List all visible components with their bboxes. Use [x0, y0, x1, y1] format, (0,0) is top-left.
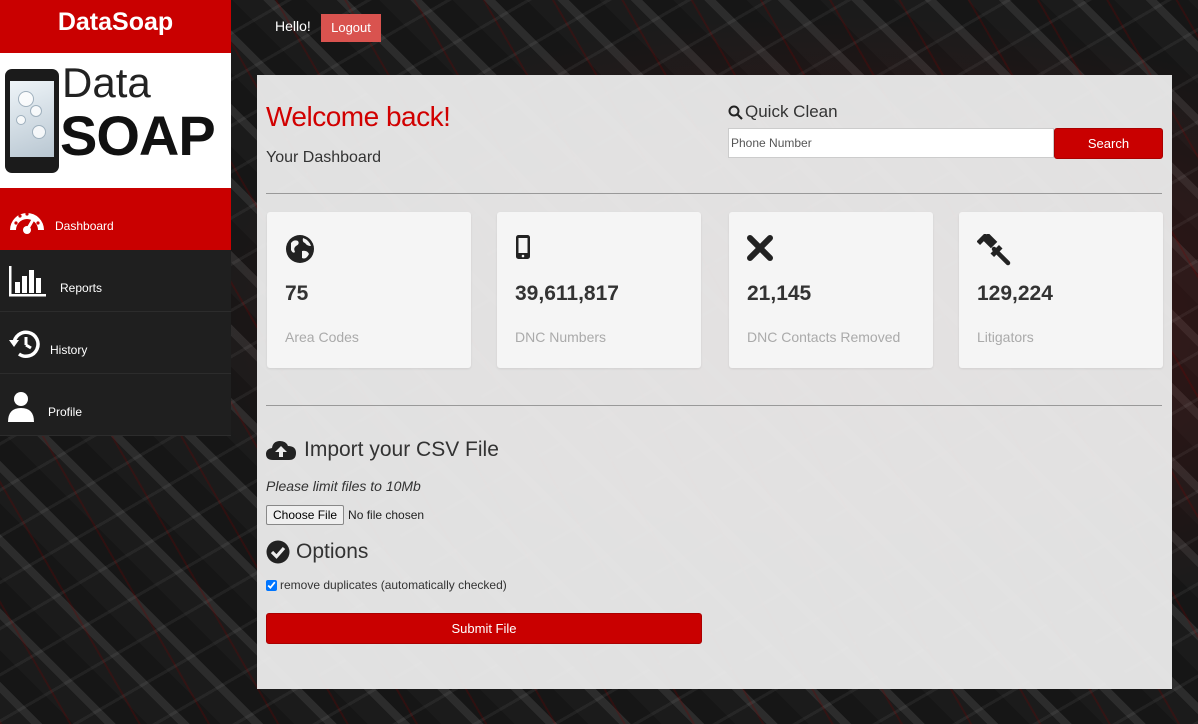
logo: Data SOAP — [0, 53, 231, 188]
remove-duplicates-checkbox[interactable] — [266, 579, 277, 591]
user-icon — [8, 392, 34, 422]
sidebar-item-label: Reports — [60, 281, 103, 295]
brand-title: DataSoap — [0, 0, 231, 53]
bar-chart-icon — [9, 266, 46, 297]
no-file-chosen-text: No file chosen — [348, 508, 425, 522]
welcome-heading: Welcome back! — [266, 101, 451, 132]
remove-duplicates-label: remove duplicates (automatically checked… — [280, 578, 507, 592]
greeting-text: Hello! — [275, 18, 311, 34]
logo-text-soap: SOAP — [60, 104, 216, 167]
stat-value: 21,145 — [747, 282, 812, 305]
search-icon — [728, 105, 743, 120]
page-subtitle: Your Dashboard — [266, 149, 382, 166]
stat-label: DNC Numbers — [515, 329, 607, 345]
sidebar-item-label: Profile — [48, 405, 83, 419]
logo-text-data: Data — [62, 59, 151, 106]
search-button[interactable]: Search — [1054, 128, 1163, 159]
cloud-upload-icon — [266, 441, 296, 460]
stat-card-dnc-removed: 21,145 DNC Contacts Removed — [729, 212, 933, 368]
stat-value: 75 — [285, 282, 309, 305]
stat-label: Area Codes — [285, 329, 359, 345]
check-circle-icon — [266, 540, 290, 564]
options-section-title: Options — [266, 540, 368, 564]
sidebar-item-label: Dashboard — [55, 219, 114, 233]
sidebar: DataSoap Data SOAP Dashboard Reports His… — [0, 0, 231, 436]
submit-file-button[interactable]: Submit File — [266, 613, 702, 644]
close-x-icon — [747, 235, 773, 261]
sidebar-item-dashboard[interactable]: Dashboard — [0, 188, 231, 250]
stat-value: 39,611,817 — [515, 282, 619, 305]
import-section-title: Import your CSV File — [266, 438, 499, 462]
file-input: Choose File No file chosen — [266, 505, 424, 525]
sidebar-item-profile[interactable]: Profile — [0, 374, 231, 436]
logout-button[interactable]: Logout — [321, 14, 381, 42]
quick-clean-title: Quick Clean — [728, 102, 838, 122]
phone-logo-icon — [5, 69, 59, 173]
choose-file-button[interactable]: Choose File — [266, 505, 345, 525]
stat-card-litigators: 129,224 Litigators — [959, 212, 1163, 368]
mobile-phone-icon — [516, 235, 530, 259]
stat-label: Litigators — [977, 329, 1034, 345]
remove-duplicates-option[interactable]: remove duplicates (automatically checked… — [266, 578, 507, 592]
sidebar-item-reports[interactable]: Reports — [0, 250, 231, 312]
gavel-icon — [977, 234, 1011, 266]
divider — [266, 405, 1162, 406]
options-title-text: Options — [296, 540, 369, 563]
globe-icon — [286, 235, 314, 263]
sidebar-item-history[interactable]: History — [0, 312, 231, 374]
sidebar-item-label: History — [50, 343, 88, 357]
stat-label: DNC Contacts Removed — [747, 329, 901, 345]
dashboard-gauge-icon — [10, 212, 44, 234]
phone-number-input[interactable] — [728, 128, 1054, 158]
file-limit-note: Please limit files to 10Mb — [266, 478, 421, 494]
divider — [266, 193, 1162, 194]
stat-card-area-codes: 75 Area Codes — [267, 212, 471, 368]
quick-clean-label: Quick Clean — [745, 102, 838, 121]
stat-card-dnc-numbers: 39,611,817 DNC Numbers — [497, 212, 701, 368]
import-title-text: Import your CSV File — [304, 438, 499, 461]
dashboard-panel: Welcome back! Your Dashboard Quick Clean… — [257, 75, 1172, 689]
history-icon — [9, 330, 40, 358]
stat-value: 129,224 — [977, 282, 1053, 305]
